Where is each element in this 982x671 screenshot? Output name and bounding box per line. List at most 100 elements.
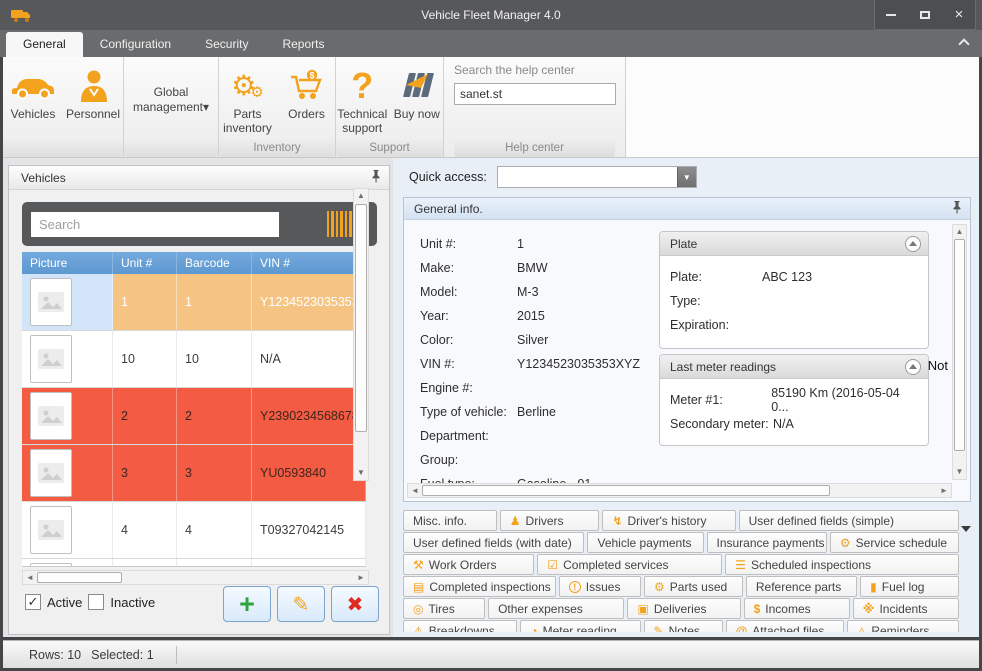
quick-access-select[interactable]: ▼ bbox=[497, 166, 697, 188]
scroll-right-icon[interactable]: ► bbox=[354, 571, 368, 585]
tab-user-defined-fields-with-date[interactable]: User defined fields (with date) bbox=[403, 532, 584, 553]
tab-completed-services[interactable]: Completed services bbox=[537, 554, 722, 575]
picture-cell[interactable] bbox=[22, 331, 113, 387]
vin-cell[interactable]: Y2390234568678 bbox=[252, 388, 366, 444]
table-vertical-scrollbar[interactable]: ▲ ▼ bbox=[353, 188, 369, 481]
tab-meter-reading[interactable]: Meter reading bbox=[520, 620, 640, 632]
tab-reminders[interactable]: Reminders bbox=[847, 620, 959, 632]
help-search-input[interactable] bbox=[454, 83, 616, 105]
orders-button[interactable]: $ Orders bbox=[278, 63, 335, 121]
table-row[interactable] bbox=[22, 559, 366, 567]
tab-reference-parts[interactable]: Reference parts bbox=[746, 576, 857, 597]
tab-security[interactable]: Security bbox=[188, 32, 265, 57]
scrollbar-thumb[interactable] bbox=[355, 204, 367, 432]
barcode-cell[interactable]: 3 bbox=[177, 445, 252, 501]
scroll-left-icon[interactable]: ◄ bbox=[23, 571, 37, 585]
column-header-picture[interactable]: Picture bbox=[22, 252, 113, 274]
tab-incomes[interactable]: Incomes bbox=[744, 598, 850, 619]
scroll-right-icon[interactable]: ► bbox=[937, 484, 951, 497]
unit-cell[interactable]: 10 bbox=[113, 331, 177, 387]
collapse-arrow-icon[interactable] bbox=[905, 236, 921, 252]
scroll-down-icon[interactable]: ▼ bbox=[953, 465, 966, 479]
barcode-cell[interactable]: 2 bbox=[177, 388, 252, 444]
picture-cell[interactable] bbox=[22, 559, 113, 567]
scrollbar-thumb[interactable] bbox=[954, 239, 965, 451]
tab-reports[interactable]: Reports bbox=[265, 32, 341, 57]
tab-misc-info[interactable]: Misc. info. bbox=[403, 510, 497, 531]
column-header-unit[interactable]: Unit # bbox=[113, 252, 177, 274]
barcode-cell[interactable]: 10 bbox=[177, 331, 252, 387]
tab-insurance-payments[interactable]: Insurance payments bbox=[707, 532, 827, 553]
unit-cell[interactable]: 4 bbox=[113, 502, 177, 558]
scrollbar-thumb[interactable] bbox=[422, 485, 830, 496]
scroll-left-icon[interactable]: ◄ bbox=[408, 484, 422, 497]
tab-deliveries[interactable]: Deliveries bbox=[627, 598, 740, 619]
vin-cell[interactable]: Y1234523035353XYZ bbox=[252, 274, 366, 330]
collapse-ribbon-chevron-icon[interactable] bbox=[958, 38, 969, 49]
chevron-down-icon[interactable]: ▼ bbox=[677, 167, 696, 187]
barcode-cell[interactable] bbox=[177, 559, 252, 567]
parts-inventory-button[interactable]: ⚙⚙ Parts inventory bbox=[219, 63, 276, 135]
vehicle-search-input[interactable] bbox=[31, 212, 279, 237]
tab-completed-inspections[interactable]: Completed inspections bbox=[403, 576, 556, 597]
picture-cell[interactable] bbox=[22, 502, 113, 558]
tab-scheduled-inspections[interactable]: Scheduled inspections bbox=[725, 554, 959, 575]
table-horizontal-scrollbar[interactable]: ◄ ► bbox=[22, 570, 369, 585]
tab-parts-used[interactable]: Parts used bbox=[644, 576, 743, 597]
maximize-button[interactable] bbox=[917, 8, 933, 22]
picture-cell[interactable] bbox=[22, 274, 113, 330]
pin-icon[interactable] bbox=[371, 169, 381, 186]
table-row[interactable]: 4 4 T09327042145 bbox=[22, 502, 366, 559]
scroll-up-icon[interactable]: ▲ bbox=[953, 225, 966, 239]
tab-attached-files[interactable]: Attached files bbox=[726, 620, 844, 632]
collapse-arrow-icon[interactable] bbox=[905, 359, 921, 375]
tab-drivers[interactable]: Drivers bbox=[500, 510, 600, 531]
delete-vehicle-button[interactable]: ✖ bbox=[331, 586, 379, 622]
table-row[interactable]: 2 2 Y2390234568678 bbox=[22, 388, 366, 445]
tab-service-schedule[interactable]: Service schedule bbox=[830, 532, 959, 553]
detail-horizontal-scrollbar[interactable]: ◄ ► bbox=[407, 483, 952, 498]
picture-cell[interactable] bbox=[22, 445, 113, 501]
tab-work-orders[interactable]: Work Orders bbox=[403, 554, 534, 575]
add-vehicle-button[interactable]: + bbox=[223, 586, 271, 622]
pin-icon[interactable] bbox=[952, 200, 962, 217]
table-row[interactable]: 1 1 Y1234523035353XYZ bbox=[22, 274, 366, 331]
tab-user-defined-fields-simple[interactable]: User defined fields (simple) bbox=[739, 510, 959, 531]
table-row[interactable]: 3 3 YU0593840 bbox=[22, 445, 366, 502]
tab-other-expenses[interactable]: Other expenses bbox=[488, 598, 624, 619]
vin-cell[interactable]: N/A bbox=[252, 331, 366, 387]
tab-drivers-history[interactable]: Driver's history bbox=[602, 510, 735, 531]
active-checkbox[interactable] bbox=[25, 594, 41, 610]
personnel-button[interactable]: Personnel bbox=[64, 63, 122, 121]
tab-tires[interactable]: Tires bbox=[403, 598, 485, 619]
column-header-barcode[interactable]: Barcode bbox=[177, 252, 252, 274]
picture-cell[interactable] bbox=[22, 388, 113, 444]
edit-vehicle-button[interactable]: ✎ bbox=[277, 586, 325, 622]
detail-vertical-scrollbar[interactable]: ▲ ▼ bbox=[952, 224, 967, 480]
technical-support-button[interactable]: ? Technical support bbox=[336, 63, 389, 135]
tab-general[interactable]: General bbox=[6, 32, 83, 57]
more-tabs-chevron-icon[interactable] bbox=[961, 526, 971, 532]
vehicles-button[interactable]: Vehicles bbox=[4, 63, 62, 121]
tab-vehicle-payments[interactable]: Vehicle payments bbox=[587, 532, 703, 553]
tab-issues[interactable]: !Issues bbox=[559, 576, 641, 597]
unit-cell[interactable] bbox=[113, 559, 177, 567]
minimize-button[interactable] bbox=[883, 8, 899, 22]
unit-cell[interactable]: 2 bbox=[113, 388, 177, 444]
global-management-button[interactable]: Global management▾ bbox=[124, 57, 218, 142]
tab-breakdowns[interactable]: Breakdowns bbox=[403, 620, 517, 632]
inactive-checkbox[interactable] bbox=[88, 594, 104, 610]
scrollbar-thumb[interactable] bbox=[37, 572, 122, 583]
vin-cell[interactable]: YU0593840 bbox=[252, 445, 366, 501]
vin-cell[interactable] bbox=[252, 559, 366, 567]
unit-cell[interactable]: 1 bbox=[113, 274, 177, 330]
scroll-down-icon[interactable]: ▼ bbox=[354, 466, 368, 480]
buy-now-button[interactable]: Buy now bbox=[391, 63, 444, 121]
close-button[interactable]: × bbox=[951, 8, 967, 22]
barcode-cell[interactable]: 4 bbox=[177, 502, 252, 558]
vin-cell[interactable]: T09327042145 bbox=[252, 502, 366, 558]
unit-cell[interactable]: 3 bbox=[113, 445, 177, 501]
tab-configuration[interactable]: Configuration bbox=[83, 32, 188, 57]
tab-fuel-log[interactable]: Fuel log bbox=[860, 576, 959, 597]
tab-notes[interactable]: Notes bbox=[644, 620, 723, 632]
